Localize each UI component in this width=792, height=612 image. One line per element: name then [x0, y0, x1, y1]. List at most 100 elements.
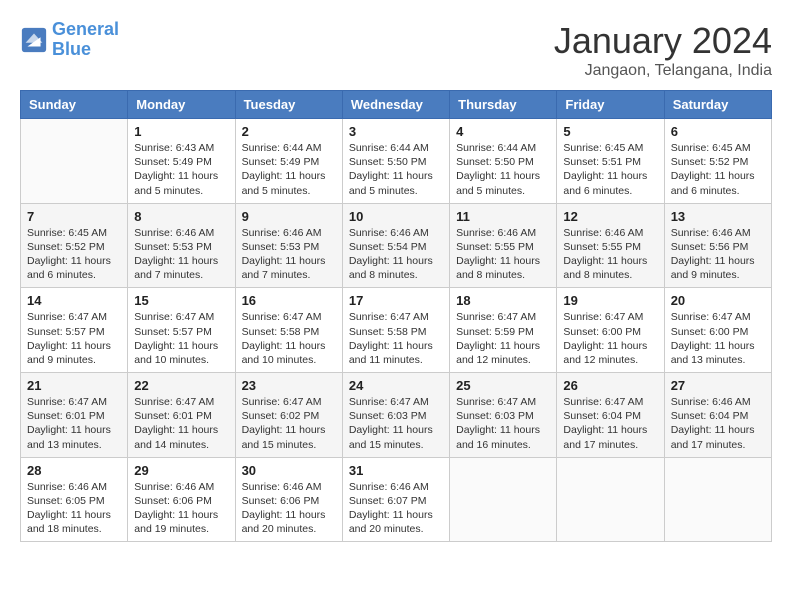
calendar-header-row: SundayMondayTuesdayWednesdayThursdayFrid… [21, 91, 772, 119]
day-cell: 21 Sunrise: 6:47 AMSunset: 6:01 PMDayligh… [21, 373, 128, 458]
day-cell: 31 Sunrise: 6:46 AMSunset: 6:07 PMDayligh… [342, 457, 449, 542]
day-number: 24 [349, 378, 443, 393]
day-number: 28 [27, 463, 121, 478]
day-number: 4 [456, 124, 550, 139]
day-info: Sunrise: 6:43 AMSunset: 5:49 PMDaylight:… [134, 141, 228, 198]
day-number: 18 [456, 293, 550, 308]
logo-icon [20, 26, 48, 54]
day-cell: 18 Sunrise: 6:47 AMSunset: 5:59 PMDayligh… [450, 288, 557, 373]
day-number: 11 [456, 209, 550, 224]
day-info: Sunrise: 6:47 AMSunset: 5:59 PMDaylight:… [456, 310, 550, 367]
day-number: 6 [671, 124, 765, 139]
day-cell: 28 Sunrise: 6:46 AMSunset: 6:05 PMDayligh… [21, 457, 128, 542]
calendar-table: SundayMondayTuesdayWednesdayThursdayFrid… [20, 90, 772, 542]
day-cell: 1 Sunrise: 6:43 AMSunset: 5:49 PMDaylight… [128, 119, 235, 204]
day-cell: 25Sunrise: 6:47 AMSunset: 6:03 PMDayligh… [450, 373, 557, 458]
column-header-monday: Monday [128, 91, 235, 119]
day-info: Sunrise: 6:47 AMSunset: 6:01 PMDaylight:… [27, 395, 121, 452]
week-row-1: 1 Sunrise: 6:43 AMSunset: 5:49 PMDaylight… [21, 119, 772, 204]
day-cell: 4Sunrise: 6:44 AMSunset: 5:50 PMDaylight… [450, 119, 557, 204]
day-number: 19 [563, 293, 657, 308]
day-cell: 14Sunrise: 6:47 AMSunset: 5:57 PMDayligh… [21, 288, 128, 373]
column-header-wednesday: Wednesday [342, 91, 449, 119]
day-info: Sunrise: 6:46 AMSunset: 5:56 PMDaylight:… [671, 226, 765, 283]
week-row-2: 7Sunrise: 6:45 AMSunset: 5:52 PMDaylight… [21, 203, 772, 288]
day-cell [450, 457, 557, 542]
day-cell: 29Sunrise: 6:46 AMSunset: 6:06 PMDayligh… [128, 457, 235, 542]
week-row-5: 28 Sunrise: 6:46 AMSunset: 6:05 PMDayligh… [21, 457, 772, 542]
column-header-sunday: Sunday [21, 91, 128, 119]
day-cell: 13 Sunrise: 6:46 AMSunset: 5:56 PMDayligh… [664, 203, 771, 288]
day-number: 23 [242, 378, 336, 393]
day-cell: 20 Sunrise: 6:47 AMSunset: 6:00 PMDayligh… [664, 288, 771, 373]
day-cell: 2 Sunrise: 6:44 AMSunset: 5:49 PMDaylight… [235, 119, 342, 204]
day-number: 20 [671, 293, 765, 308]
day-info: Sunrise: 6:46 AMSunset: 5:53 PMDaylight:… [242, 226, 336, 283]
day-info: Sunrise: 6:47 AMSunset: 6:03 PMDaylight:… [349, 395, 443, 452]
day-number: 5 [563, 124, 657, 139]
day-cell: 23 Sunrise: 6:47 AMSunset: 6:02 PMDayligh… [235, 373, 342, 458]
day-number: 13 [671, 209, 765, 224]
day-cell: 26Sunrise: 6:47 AMSunset: 6:04 PMDayligh… [557, 373, 664, 458]
day-number: 1 [134, 124, 228, 139]
day-number: 7 [27, 209, 121, 224]
day-cell: 17 Sunrise: 6:47 AMSunset: 5:58 PMDayligh… [342, 288, 449, 373]
day-info: Sunrise: 6:46 AMSunset: 6:04 PMDaylight:… [671, 395, 765, 452]
logo-line1: General [52, 19, 119, 39]
day-info: Sunrise: 6:45 AMSunset: 5:51 PMDaylight:… [563, 141, 657, 198]
day-info: Sunrise: 6:44 AMSunset: 5:49 PMDaylight:… [242, 141, 336, 198]
week-row-4: 21 Sunrise: 6:47 AMSunset: 6:01 PMDayligh… [21, 373, 772, 458]
day-cell: 22 Sunrise: 6:47 AMSunset: 6:01 PMDayligh… [128, 373, 235, 458]
day-cell: 8 Sunrise: 6:46 AMSunset: 5:53 PMDaylight… [128, 203, 235, 288]
day-number: 21 [27, 378, 121, 393]
day-cell: 24 Sunrise: 6:47 AMSunset: 6:03 PMDayligh… [342, 373, 449, 458]
day-number: 31 [349, 463, 443, 478]
day-number: 15 [134, 293, 228, 308]
day-info: Sunrise: 6:46 AMSunset: 6:06 PMDaylight:… [134, 480, 228, 537]
day-cell: 5 Sunrise: 6:45 AMSunset: 5:51 PMDaylight… [557, 119, 664, 204]
day-number: 9 [242, 209, 336, 224]
day-info: Sunrise: 6:47 AMSunset: 5:58 PMDaylight:… [242, 310, 336, 367]
day-info: Sunrise: 6:47 AMSunset: 6:00 PMDaylight:… [563, 310, 657, 367]
day-number: 16 [242, 293, 336, 308]
day-info: Sunrise: 6:46 AMSunset: 6:05 PMDaylight:… [27, 480, 121, 537]
day-info: Sunrise: 6:47 AMSunset: 6:01 PMDaylight:… [134, 395, 228, 452]
day-number: 3 [349, 124, 443, 139]
day-number: 8 [134, 209, 228, 224]
day-info: Sunrise: 6:47 AMSunset: 6:02 PMDaylight:… [242, 395, 336, 452]
day-number: 17 [349, 293, 443, 308]
title-block: January 2024 Jangaon, Telangana, India [554, 20, 772, 80]
day-number: 30 [242, 463, 336, 478]
day-info: Sunrise: 6:47 AMSunset: 6:04 PMDaylight:… [563, 395, 657, 452]
day-info: Sunrise: 6:46 AMSunset: 5:53 PMDaylight:… [134, 226, 228, 283]
day-cell: 9 Sunrise: 6:46 AMSunset: 5:53 PMDaylight… [235, 203, 342, 288]
day-cell: 10 Sunrise: 6:46 AMSunset: 5:54 PMDayligh… [342, 203, 449, 288]
day-number: 27 [671, 378, 765, 393]
day-cell [21, 119, 128, 204]
column-header-thursday: Thursday [450, 91, 557, 119]
day-cell: 30Sunrise: 6:46 AMSunset: 6:06 PMDayligh… [235, 457, 342, 542]
day-number: 14 [27, 293, 121, 308]
day-cell [664, 457, 771, 542]
day-number: 10 [349, 209, 443, 224]
day-info: Sunrise: 6:46 AMSunset: 5:55 PMDaylight:… [456, 226, 550, 283]
day-cell: 7Sunrise: 6:45 AMSunset: 5:52 PMDaylight… [21, 203, 128, 288]
day-number: 12 [563, 209, 657, 224]
day-info: Sunrise: 6:46 AMSunset: 6:07 PMDaylight:… [349, 480, 443, 537]
calendar-title: January 2024 [554, 20, 772, 62]
week-row-3: 14 Sunrise: 6:47 AMSunset: 5:57 PMDayligh… [21, 288, 772, 373]
day-info: Sunrise: 6:46 AMSunset: 5:54 PMDaylight:… [349, 226, 443, 283]
column-header-friday: Friday [557, 91, 664, 119]
column-header-saturday: Saturday [664, 91, 771, 119]
day-number: 22 [134, 378, 228, 393]
day-cell [557, 457, 664, 542]
day-info: Sunrise: 6:47 AMSunset: 5:57 PMDaylight:… [134, 310, 228, 367]
day-cell: 3Sunrise: 6:44 AMSunset: 5:50 PMDaylight… [342, 119, 449, 204]
day-number: 2 [242, 124, 336, 139]
day-cell: 11 Sunrise: 6:46 AMSunset: 5:55 PMDayligh… [450, 203, 557, 288]
day-info: Sunrise: 6:47 AMSunset: 6:00 PMDaylight:… [671, 310, 765, 367]
day-cell: 6Sunrise: 6:45 AMSunset: 5:52 PMDaylight… [664, 119, 771, 204]
day-info: Sunrise: 6:47 AMSunset: 5:58 PMDaylight:… [349, 310, 443, 367]
logo-line2: Blue [52, 39, 91, 59]
day-cell: 27 Sunrise: 6:46 AMSunset: 6:04 PMDayligh… [664, 373, 771, 458]
